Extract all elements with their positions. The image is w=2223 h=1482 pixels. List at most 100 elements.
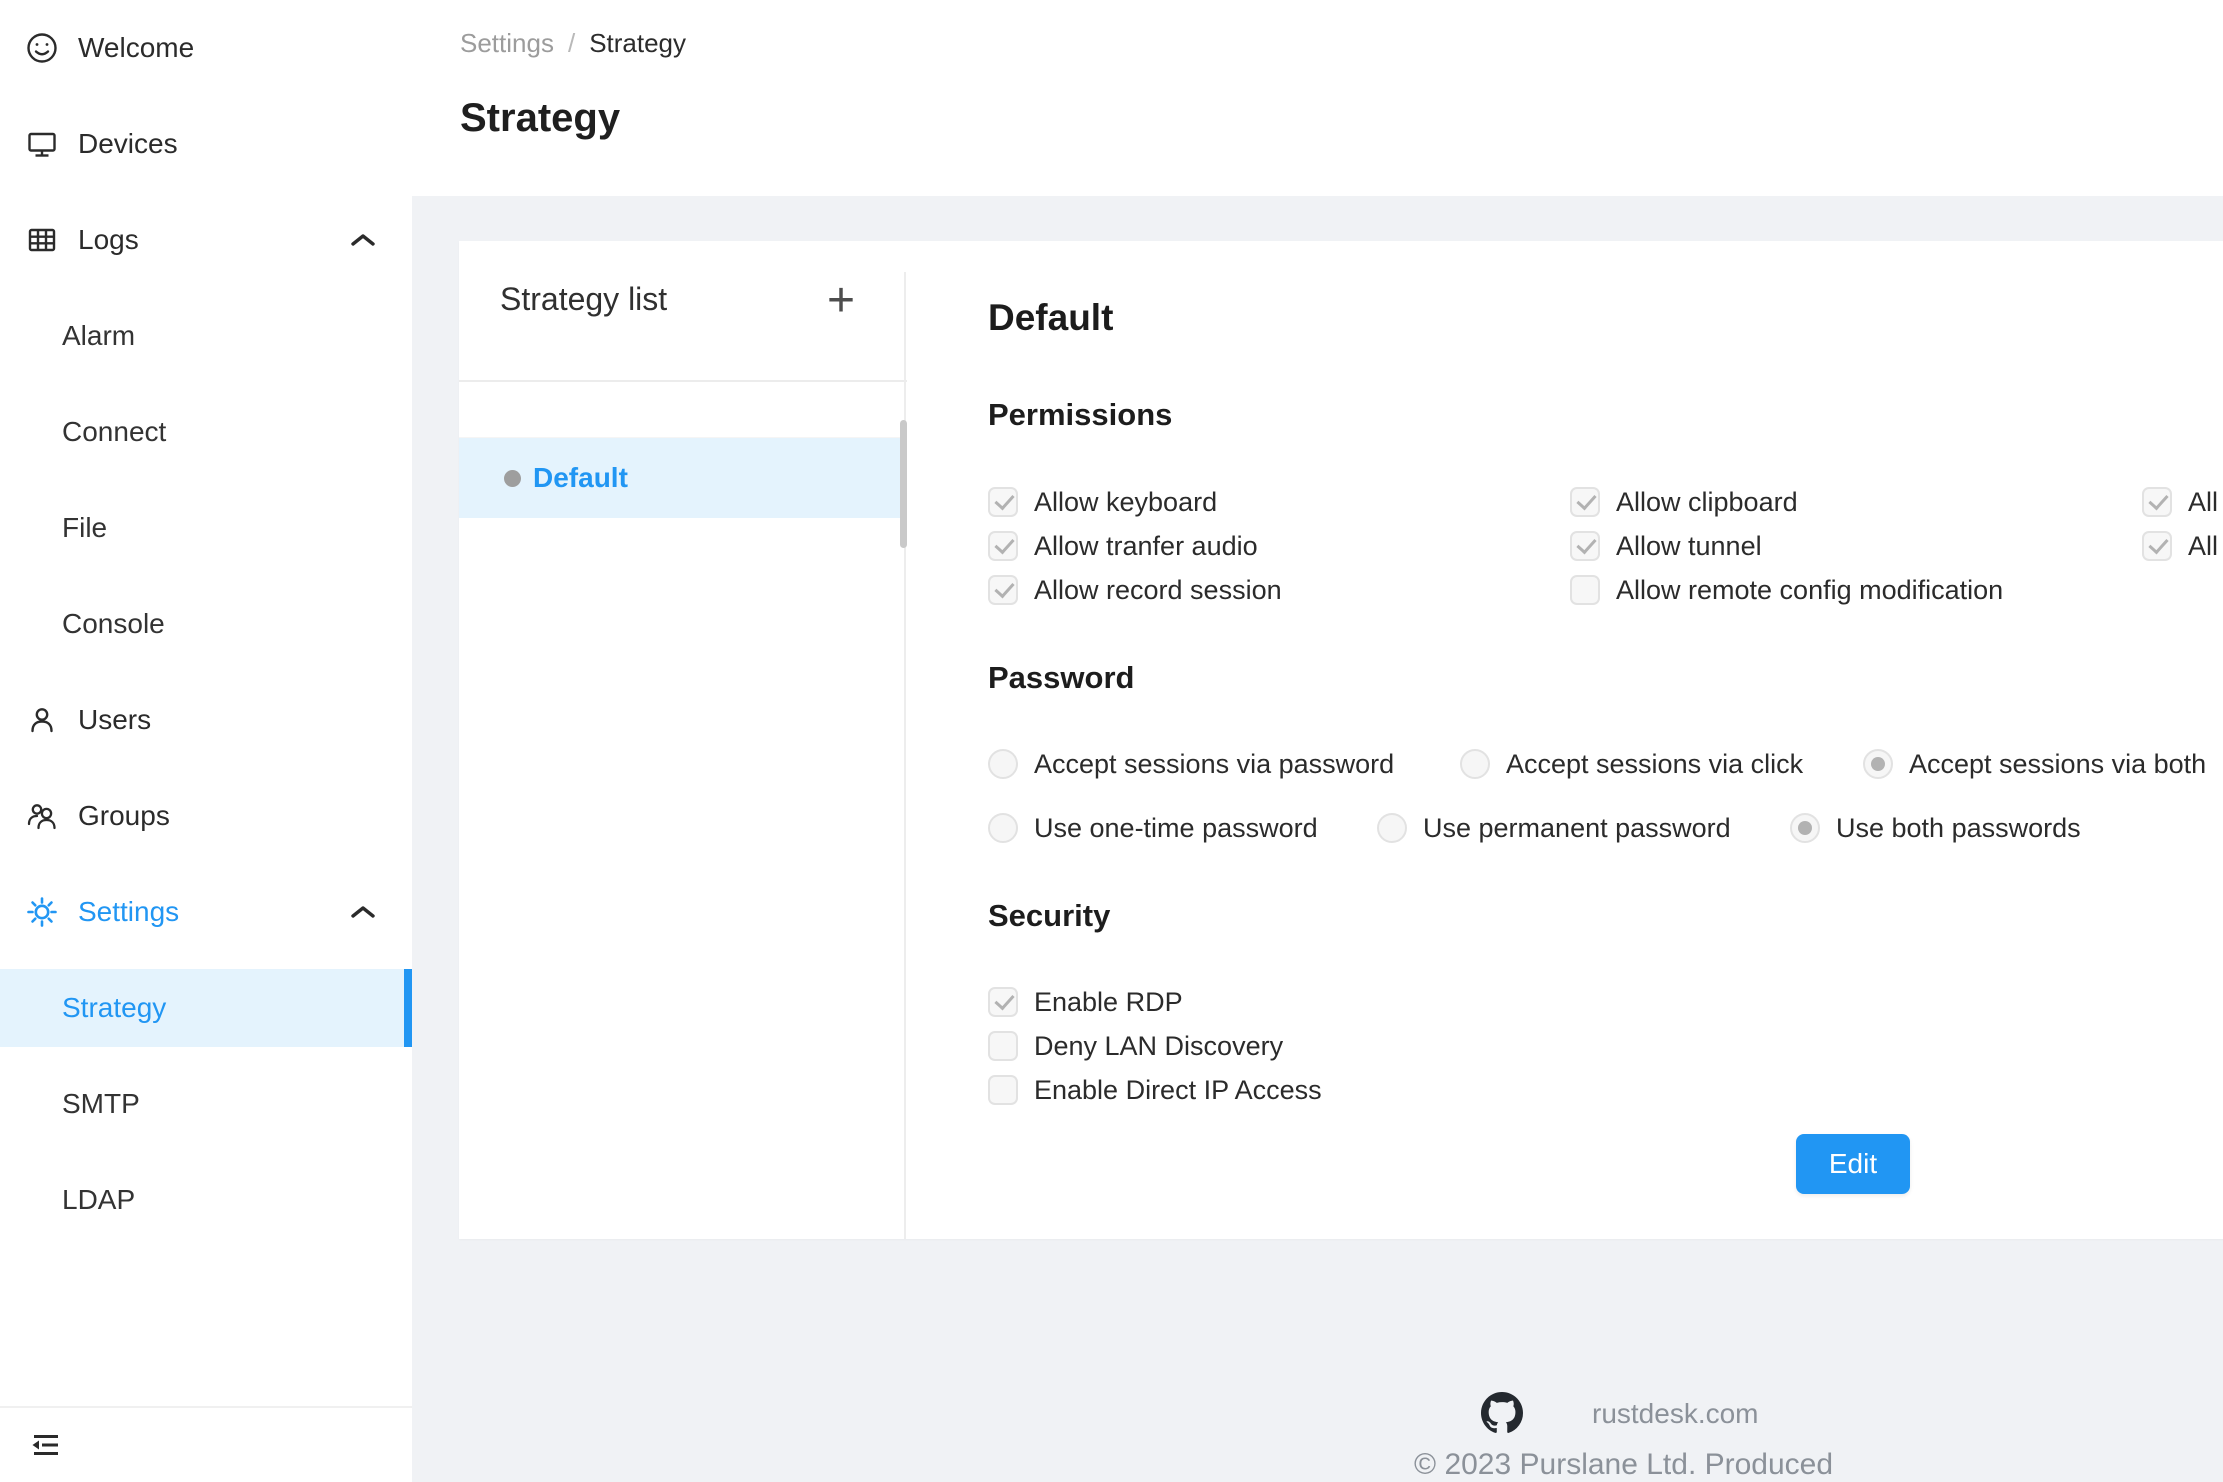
sidebar-item-label: Settings <box>78 896 179 928</box>
password-option: Use permanent password <box>1377 806 1731 850</box>
sidebar-nav: Welcome Devices <box>0 0 412 1248</box>
password-option: Use both passwords <box>1790 806 2081 850</box>
sidebar-item-label: Groups <box>78 800 170 832</box>
accept-sessions-via-password-label: Accept sessions via password <box>1034 749 1394 780</box>
sidebar-item-welcome[interactable]: Welcome <box>0 0 412 96</box>
sidebar-item-connect[interactable]: Connect <box>0 384 412 480</box>
deny-lan-discovery-label: Deny LAN Discovery <box>1034 1031 1283 1062</box>
allow-tranfer-audio-label: Allow tranfer audio <box>1034 531 1258 562</box>
use-permanent-password-radio[interactable] <box>1377 813 1407 843</box>
status-dot-icon <box>504 470 521 487</box>
scrollbar-thumb[interactable] <box>900 420 907 548</box>
table-grid-icon <box>25 223 59 257</box>
sidebar-item-users[interactable]: Users <box>0 672 412 768</box>
password-option: Accept sessions via both <box>1863 742 2206 786</box>
permission-row: Allow clipboard <box>1570 480 2003 524</box>
strategy-details-panel: Default Permissions Allow keyboard Allow… <box>988 241 2223 1239</box>
password-option: Accept sessions via click <box>1460 742 1803 786</box>
permission-row: Allow keyboard <box>988 480 1282 524</box>
sidebar-item-label: Strategy <box>62 992 166 1024</box>
sidebar-footer-divider <box>0 1406 412 1408</box>
permission-row: Allow record session <box>988 568 1282 612</box>
security-row: Deny LAN Discovery <box>988 1024 1322 1068</box>
sidebar-item-label: Alarm <box>62 320 135 352</box>
allow-record-session-checkbox[interactable] <box>988 575 1018 605</box>
allow-keyboard-label: Allow keyboard <box>1034 487 1217 518</box>
chevron-up-icon <box>350 232 376 248</box>
accept-sessions-via-password-radio[interactable] <box>988 749 1018 779</box>
security-row: Enable Direct IP Access <box>988 1068 1322 1112</box>
copyright-text: © 2023 Purslane Ltd. Produced <box>1414 1448 1833 1482</box>
enable-rdp-checkbox[interactable] <box>988 987 1018 1017</box>
sidebar-item-devices[interactable]: Devices <box>0 96 412 192</box>
strategy-item-name: Default <box>533 462 628 494</box>
user-icon <box>25 703 59 737</box>
security-column: Enable RDP Deny LAN Discovery Enable Dir… <box>988 980 1322 1112</box>
use-both-passwords-label: Use both passwords <box>1836 813 2081 844</box>
sidebar-item-settings[interactable]: Settings <box>0 864 412 960</box>
strategy-list-panel: Strategy list + Default <box>459 241 907 1239</box>
use-permanent-password-label: Use permanent password <box>1423 813 1731 844</box>
sidebar-item-label: Console <box>62 608 165 640</box>
accept-sessions-via-both-radio[interactable] <box>1863 749 1893 779</box>
permission-row: Allow remote config modification <box>1570 568 2003 612</box>
truncated-permission-checkbox-2[interactable] <box>2142 531 2172 561</box>
allow-clipboard-checkbox[interactable] <box>1570 487 1600 517</box>
security-row: Enable RDP <box>988 980 1322 1024</box>
sidebar-item-label: Logs <box>78 224 139 256</box>
permission-row: Allow tunnel <box>1570 524 2003 568</box>
password-option: Use one-time password <box>988 806 1318 850</box>
accept-sessions-via-click-radio[interactable] <box>1460 749 1490 779</box>
permissions-column-3: All All <box>2142 480 2218 568</box>
menu-fold-icon <box>26 1428 64 1462</box>
sidebar-item-alarm[interactable]: Alarm <box>0 288 412 384</box>
sidebar-item-logs[interactable]: Logs <box>0 192 412 288</box>
plus-icon: + <box>827 274 855 327</box>
accept-sessions-via-both-label: Accept sessions via both <box>1909 749 2206 780</box>
enable-rdp-label: Enable RDP <box>1034 987 1183 1018</box>
monitor-icon <box>25 127 59 161</box>
breadcrumb-settings-link[interactable]: Settings <box>460 28 554 59</box>
collapse-sidebar-button[interactable] <box>21 1421 69 1469</box>
sidebar-item-file[interactable]: File <box>0 480 412 576</box>
enable-direct-ip-access-checkbox[interactable] <box>988 1075 1018 1105</box>
use-both-passwords-radio[interactable] <box>1790 813 1820 843</box>
sidebar-item-label: SMTP <box>62 1088 140 1120</box>
sidebar-item-ldap[interactable]: LDAP <box>0 1152 412 1248</box>
permissions-heading: Permissions <box>988 396 1172 434</box>
page-header: Settings / Strategy Strategy <box>412 0 2223 196</box>
sidebar-item-label: Connect <box>62 416 166 448</box>
sidebar-item-strategy[interactable]: Strategy <box>0 969 412 1047</box>
permission-row: All <box>2142 524 2218 568</box>
allow-clipboard-label: Allow clipboard <box>1616 487 1798 518</box>
allow-keyboard-checkbox[interactable] <box>988 487 1018 517</box>
edit-button[interactable]: Edit <box>1796 1134 1910 1194</box>
permission-row: All <box>2142 480 2218 524</box>
use-one-time-password-radio[interactable] <box>988 813 1018 843</box>
sidebar-item-console[interactable]: Console <box>0 576 412 672</box>
allow-tunnel-label: Allow tunnel <box>1616 531 1762 562</box>
sidebar-item-smtp[interactable]: SMTP <box>0 1056 412 1152</box>
allow-record-session-label: Allow record session <box>1034 575 1282 606</box>
sidebar-item-label: File <box>62 512 107 544</box>
allow-remote-config-modification-checkbox[interactable] <box>1570 575 1600 605</box>
permission-row: Allow tranfer audio <box>988 524 1282 568</box>
rustdesk-console-page: Welcome Devices <box>0 0 2223 1482</box>
strategy-card: Strategy list + Default Default Permissi… <box>459 241 2223 1239</box>
allow-tunnel-checkbox[interactable] <box>1570 531 1600 561</box>
rustdesk-site-link[interactable]: rustdesk.com <box>1592 1396 1759 1432</box>
breadcrumb-separator: / <box>568 28 575 59</box>
allow-tranfer-audio-checkbox[interactable] <box>988 531 1018 561</box>
add-strategy-button[interactable]: + <box>815 275 867 327</box>
strategy-list-title: Strategy list <box>500 281 667 318</box>
password-heading: Password <box>988 659 1134 697</box>
sidebar-item-label: Users <box>78 704 151 736</box>
github-icon[interactable] <box>1481 1392 1523 1434</box>
truncated-permission-label-2: All <box>2188 531 2218 562</box>
chevron-up-icon <box>350 904 376 920</box>
sidebar-item-groups[interactable]: Groups <box>0 768 412 864</box>
deny-lan-discovery-checkbox[interactable] <box>988 1031 1018 1061</box>
strategy-list-item-default[interactable]: Default <box>459 438 907 518</box>
sidebar-item-label: LDAP <box>62 1184 135 1216</box>
truncated-permission-checkbox-1[interactable] <box>2142 487 2172 517</box>
